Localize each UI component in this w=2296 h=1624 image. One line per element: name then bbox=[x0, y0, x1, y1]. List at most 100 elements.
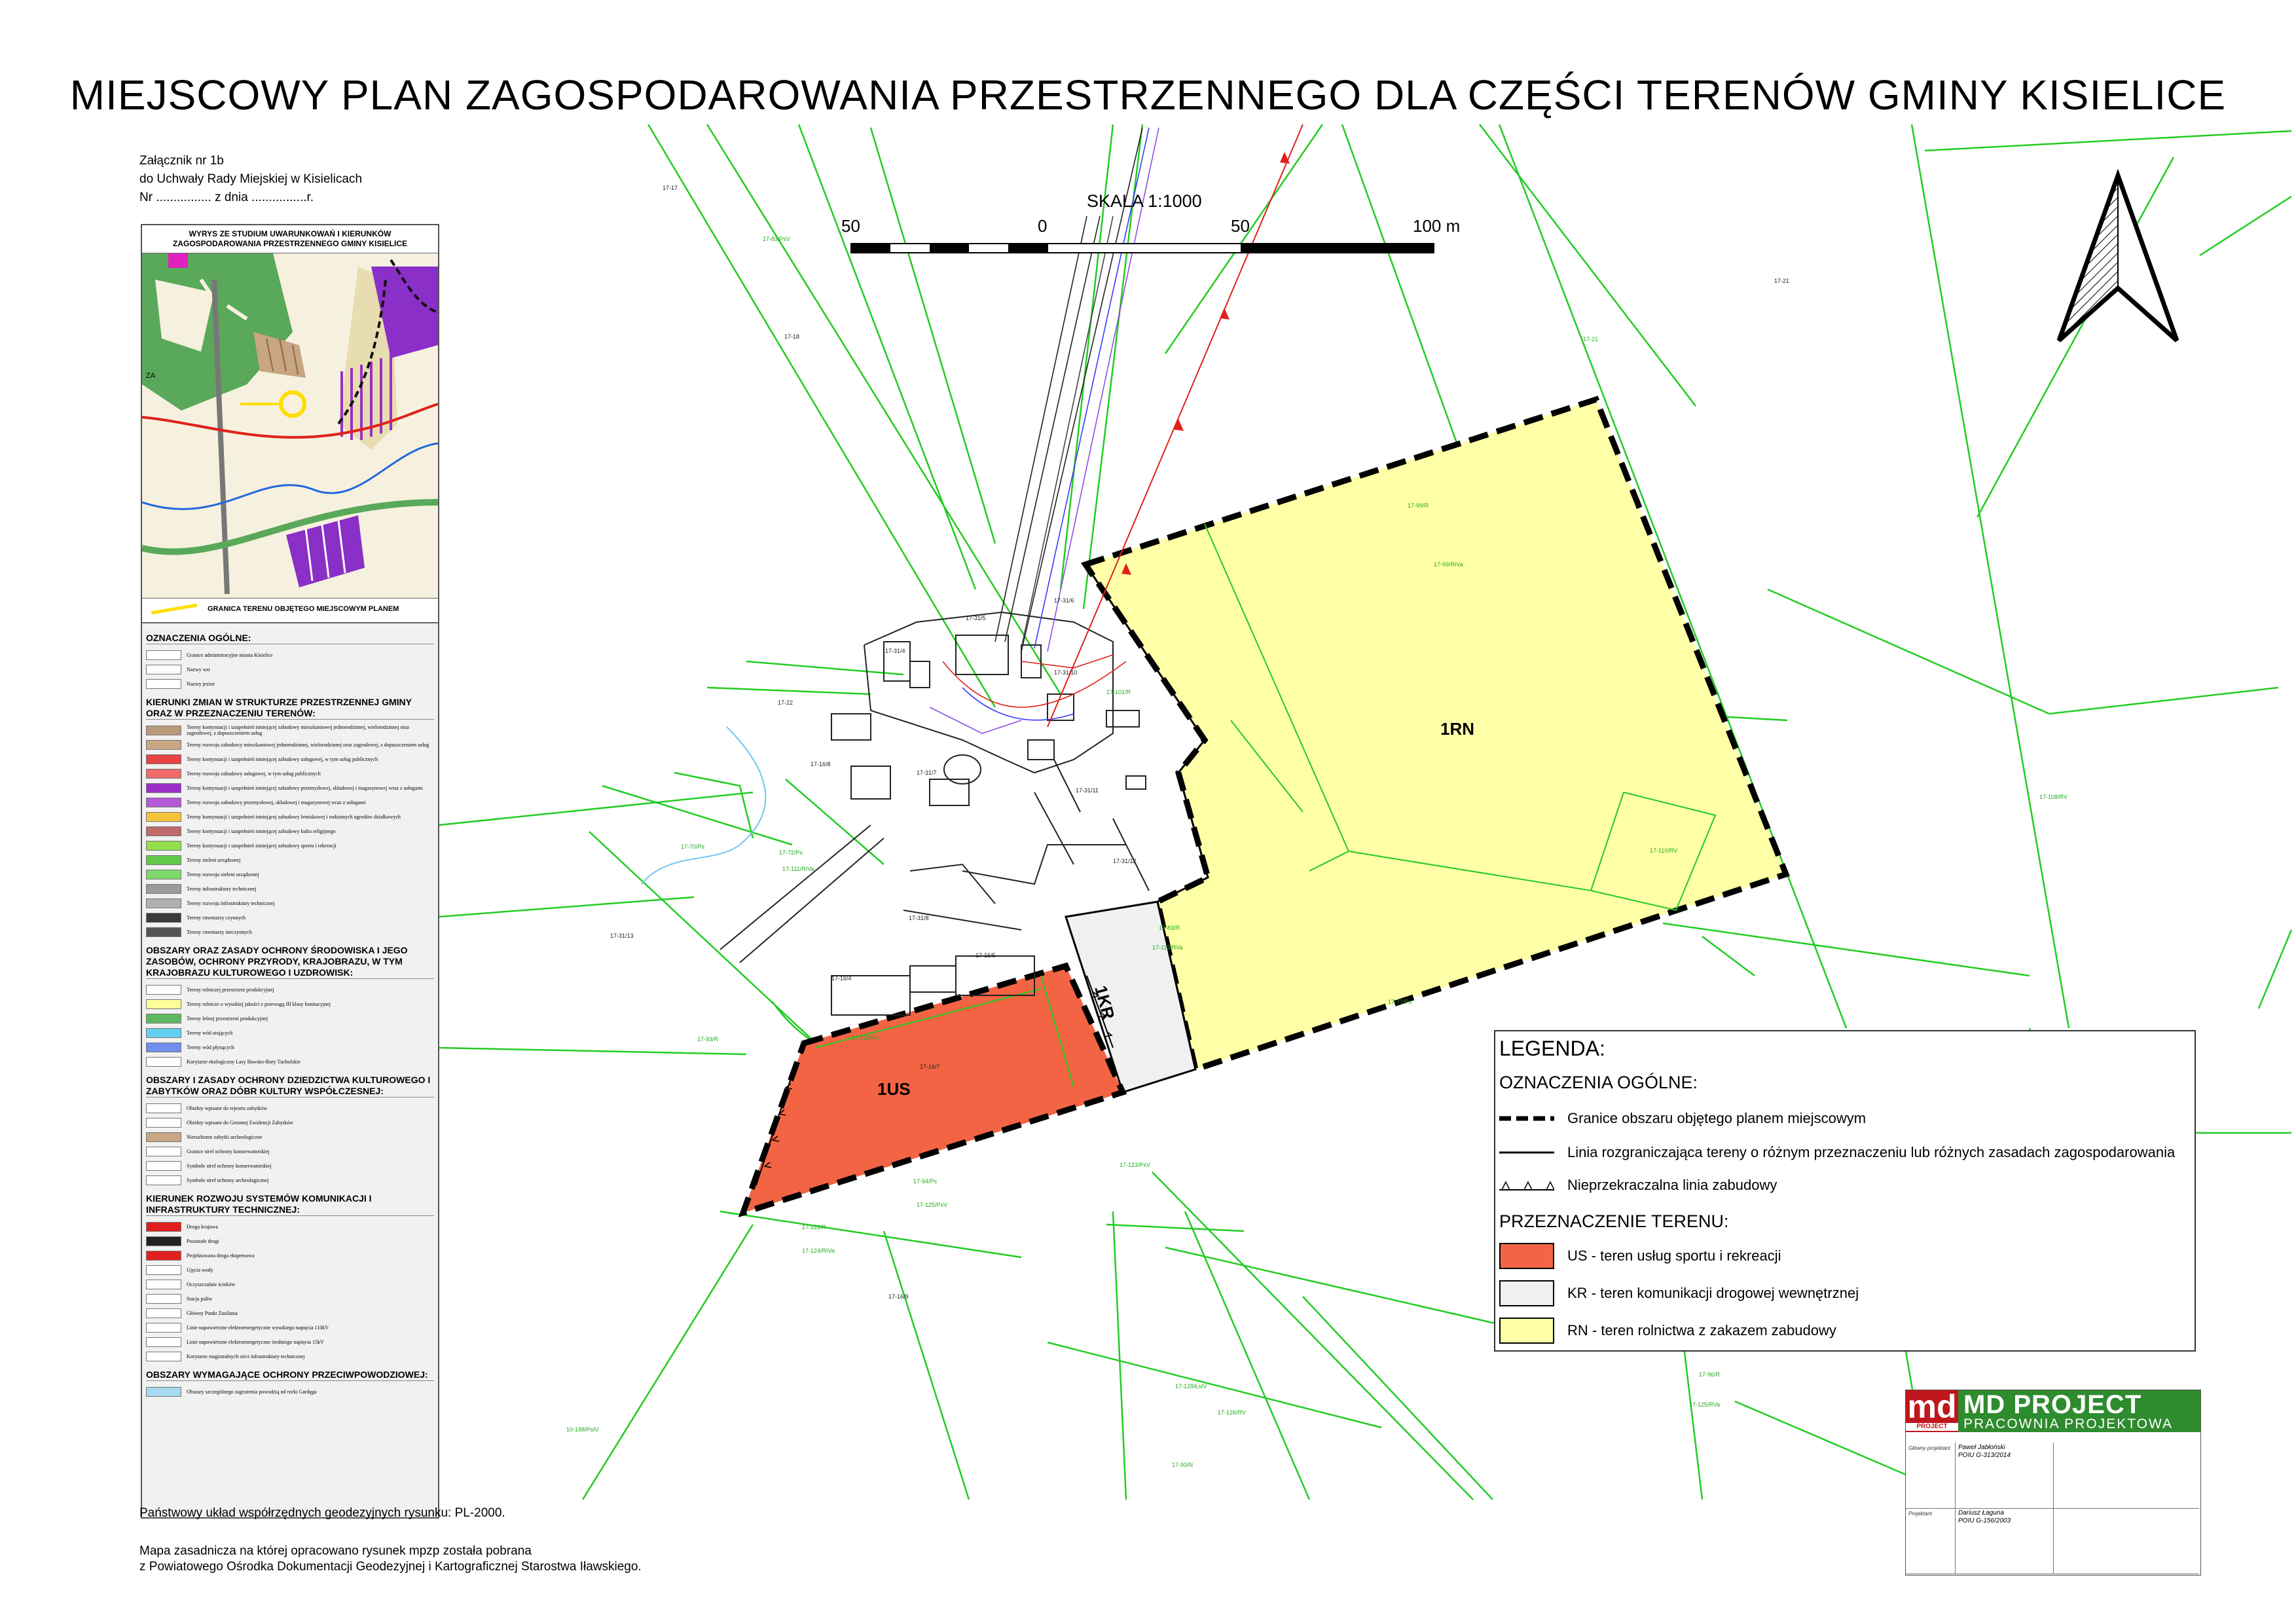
study-legend-swatch bbox=[146, 855, 181, 865]
study-legend-row: Tereny kontynuacji i uzupełnień istnieją… bbox=[146, 839, 434, 852]
study-legend-swatch bbox=[146, 1013, 181, 1024]
study-legend-row: Granice stref ochrony konserwatorskiej bbox=[146, 1145, 434, 1158]
study-legend-row: Tereny wód stojących bbox=[146, 1026, 434, 1039]
study-legend-swatch bbox=[146, 1293, 181, 1304]
study-legend-row: Nieruchome zabytki archeologiczne bbox=[146, 1130, 434, 1143]
study-legend-label: Nazwy jezior bbox=[187, 680, 215, 687]
study-legend-swatch bbox=[146, 840, 181, 851]
divider-symbol bbox=[1499, 1143, 1554, 1162]
legend-title: LEGENDA: bbox=[1499, 1037, 1605, 1060]
scale-tick-0: 0 bbox=[1038, 216, 1048, 236]
scale-tick-50-right: 50 bbox=[1231, 216, 1250, 236]
svg-text:17-93/R: 17-93/R bbox=[697, 1036, 719, 1043]
study-legend-label: Tereny zieleni urządzonej bbox=[187, 857, 241, 863]
svg-text:17-123/PsV: 17-123/PsV bbox=[1120, 1162, 1150, 1168]
study-legend-row: Obszary szczególnego zagrożenia powodzią… bbox=[146, 1385, 434, 1398]
study-legend-swatch bbox=[146, 650, 181, 660]
study-legend-label: Główny Punkt Zasilania bbox=[187, 1310, 238, 1316]
footer-coordinates: Państwowy układ współrzędnych geodezyjny… bbox=[139, 1506, 505, 1520]
study-legend-swatch bbox=[146, 1308, 181, 1318]
study-legend-label: Tereny kontynuacji i uzupełnień istnieją… bbox=[187, 828, 336, 834]
svg-text:17-16/7: 17-16/7 bbox=[920, 1063, 940, 1070]
study-legend-swatch bbox=[146, 1146, 181, 1156]
legend-boundary-label: Granice obszaru objętego planem miejscow… bbox=[1567, 1110, 1867, 1126]
rn-swatch bbox=[1499, 1318, 1554, 1344]
svg-text:17-83/R: 17-83/R bbox=[1159, 925, 1180, 931]
svg-text:17-31/6: 17-31/6 bbox=[1054, 597, 1074, 604]
svg-text:17-31/11: 17-31/11 bbox=[1076, 787, 1099, 794]
legend-kr-label: KR - teren komunikacji drogowej wewnętrz… bbox=[1567, 1285, 1859, 1301]
study-extract-panel: WYRYS ZE STUDIUM UWARUNKOWAŃ I KIERUNKÓW… bbox=[141, 224, 439, 1519]
study-legend-section-title: OBSZARY WYMAGAJĄCE OCHRONY PRZECIWPOWODZ… bbox=[146, 1369, 434, 1381]
study-legend-label: Tereny wód płynących bbox=[187, 1044, 234, 1050]
study-legend-label: Tereny kontynuacji i uzupełnień istnieją… bbox=[187, 842, 337, 849]
svg-text:17-31/12: 17-31/12 bbox=[1113, 858, 1137, 864]
study-legend-label: Tereny rozwoju infrastruktury techniczne… bbox=[187, 900, 275, 906]
scale-tick-100: 100 m bbox=[1413, 216, 1461, 236]
legend-box: LEGENDA: OZNACZENIA OGÓLNE: Granice obsz… bbox=[1494, 1030, 2196, 1352]
study-legend-label: Nieruchome zabytki archeologiczne bbox=[187, 1134, 263, 1140]
legend-row-boundary: Granice obszaru objętego planem miejscow… bbox=[1499, 1109, 1866, 1128]
svg-text:17-124/RIVa: 17-124/RIVa bbox=[802, 1247, 835, 1254]
study-legend-swatch bbox=[146, 1221, 181, 1232]
legend-row-rn: RN - teren rolnictwa z zakazem zabudowy bbox=[1499, 1318, 1836, 1344]
study-legend-label: Linie napowietrzne elektroenergetyczne w… bbox=[187, 1324, 329, 1331]
study-legend-swatch bbox=[146, 1351, 181, 1361]
study-caption-row: GRANICA TERENU OBJĘTEGO MIEJSCOWYM PLANE… bbox=[142, 599, 438, 623]
study-legend-row: Linie napowietrzne elektroenergetyczne w… bbox=[146, 1321, 434, 1334]
svg-text:10-188/PsIV: 10-188/PsIV bbox=[566, 1426, 599, 1433]
svg-text:17-111/RIVa: 17-111/RIVa bbox=[782, 866, 814, 872]
study-legend-row: Droga krajowa bbox=[146, 1220, 434, 1233]
study-legend-label: Tereny leśnej przestrzeni produkcyjnej bbox=[187, 1015, 268, 1022]
svg-text:17-31/4: 17-31/4 bbox=[885, 648, 905, 654]
svg-text:17-31/5: 17-31/5 bbox=[966, 615, 986, 621]
study-legend-row: Tereny rolniczej przestrzeni produkcyjne… bbox=[146, 983, 434, 996]
study-legend-swatch bbox=[146, 999, 181, 1009]
study-legend-row: Tereny kontynuacji i uzupełnień istnieją… bbox=[146, 724, 434, 737]
svg-text:17-125/RVa: 17-125/RVa bbox=[1689, 1401, 1720, 1408]
study-legend-swatch bbox=[146, 664, 181, 674]
study-legend-label: Tereny kontynuacji i uzupełnień istnieją… bbox=[187, 756, 378, 762]
study-legend-row: Główny Punkt Zasilania bbox=[146, 1306, 434, 1320]
study-legend-swatch bbox=[146, 1117, 181, 1128]
study-legend-row: Tereny rolnicze o wysokiej jakości z prz… bbox=[146, 997, 434, 1010]
study-legend-row: Tereny rozwoju zabudowy przemysłowej, sk… bbox=[146, 796, 434, 809]
stream-line bbox=[641, 726, 767, 885]
study-legend-label: Ujęcia wody bbox=[187, 1266, 213, 1273]
zone-rn-area bbox=[1080, 396, 1790, 1073]
scale-title: SKALA 1:1000 bbox=[1087, 191, 1202, 211]
zone-label-rn: 1RN bbox=[1440, 719, 1474, 739]
svg-text:17-21: 17-21 bbox=[1774, 278, 1789, 284]
svg-text:17-110/RV: 17-110/RV bbox=[1650, 847, 1677, 854]
study-legend-label: Stacja paliw bbox=[187, 1295, 213, 1302]
legend-rn-label: RN - teren rolnictwa z zakazem zabudowy bbox=[1567, 1322, 1836, 1338]
svg-text:ZA: ZA bbox=[146, 372, 156, 380]
svg-text:17-17: 17-17 bbox=[663, 185, 678, 191]
study-legend-row: Obiekty wpisane do Gminnej Ewidencji Zab… bbox=[146, 1116, 434, 1129]
study-legend-swatch bbox=[146, 1027, 181, 1038]
study-legend-row: Tereny kontynuacji i uzupełnień istnieją… bbox=[146, 824, 434, 838]
study-legend-swatch bbox=[146, 1160, 181, 1171]
svg-text:17-125/PsV: 17-125/PsV bbox=[917, 1202, 947, 1208]
study-legend-row: Tereny rozwoju infrastruktury techniczne… bbox=[146, 896, 434, 910]
legend-building-line-label: Nieprzekraczalna linia zabudowy bbox=[1567, 1177, 1777, 1193]
study-legend-swatch bbox=[146, 984, 181, 995]
designer-1: Paweł Jabłoński POIU G-313/2014 bbox=[1958, 1444, 2011, 1459]
svg-text:17-101/R: 17-101/R bbox=[1106, 689, 1131, 695]
study-legend-swatch bbox=[146, 725, 181, 735]
study-legend-row: Ujęcia wody bbox=[146, 1263, 434, 1276]
scale-bar bbox=[850, 243, 1434, 253]
study-legend-row: Obiekty wpisane do rejestru zabytków bbox=[146, 1101, 434, 1115]
study-legend-swatch bbox=[146, 1042, 181, 1052]
study-legend-swatch bbox=[146, 826, 181, 836]
study-caption: GRANICA TERENU OBJĘTEGO MIEJSCOWYM PLANE… bbox=[208, 605, 399, 613]
study-map-thumbnail: ZA bbox=[142, 253, 438, 599]
study-legend-label: Linie napowietrzne elektroenergetyczne ś… bbox=[187, 1338, 324, 1345]
study-map-drawing: ZA bbox=[142, 253, 438, 598]
study-legend-row: Tereny rozwoju zabudowy usługowej, w tym… bbox=[146, 767, 434, 780]
study-legend-swatch bbox=[146, 1250, 181, 1261]
plan-boundary-swatch bbox=[151, 604, 197, 615]
legend-row-divider: Linia rozgraniczająca tereny o różnym pr… bbox=[1499, 1143, 2175, 1162]
study-legend-swatch bbox=[146, 783, 181, 793]
svg-text:17-99/R: 17-99/R bbox=[1408, 502, 1429, 509]
